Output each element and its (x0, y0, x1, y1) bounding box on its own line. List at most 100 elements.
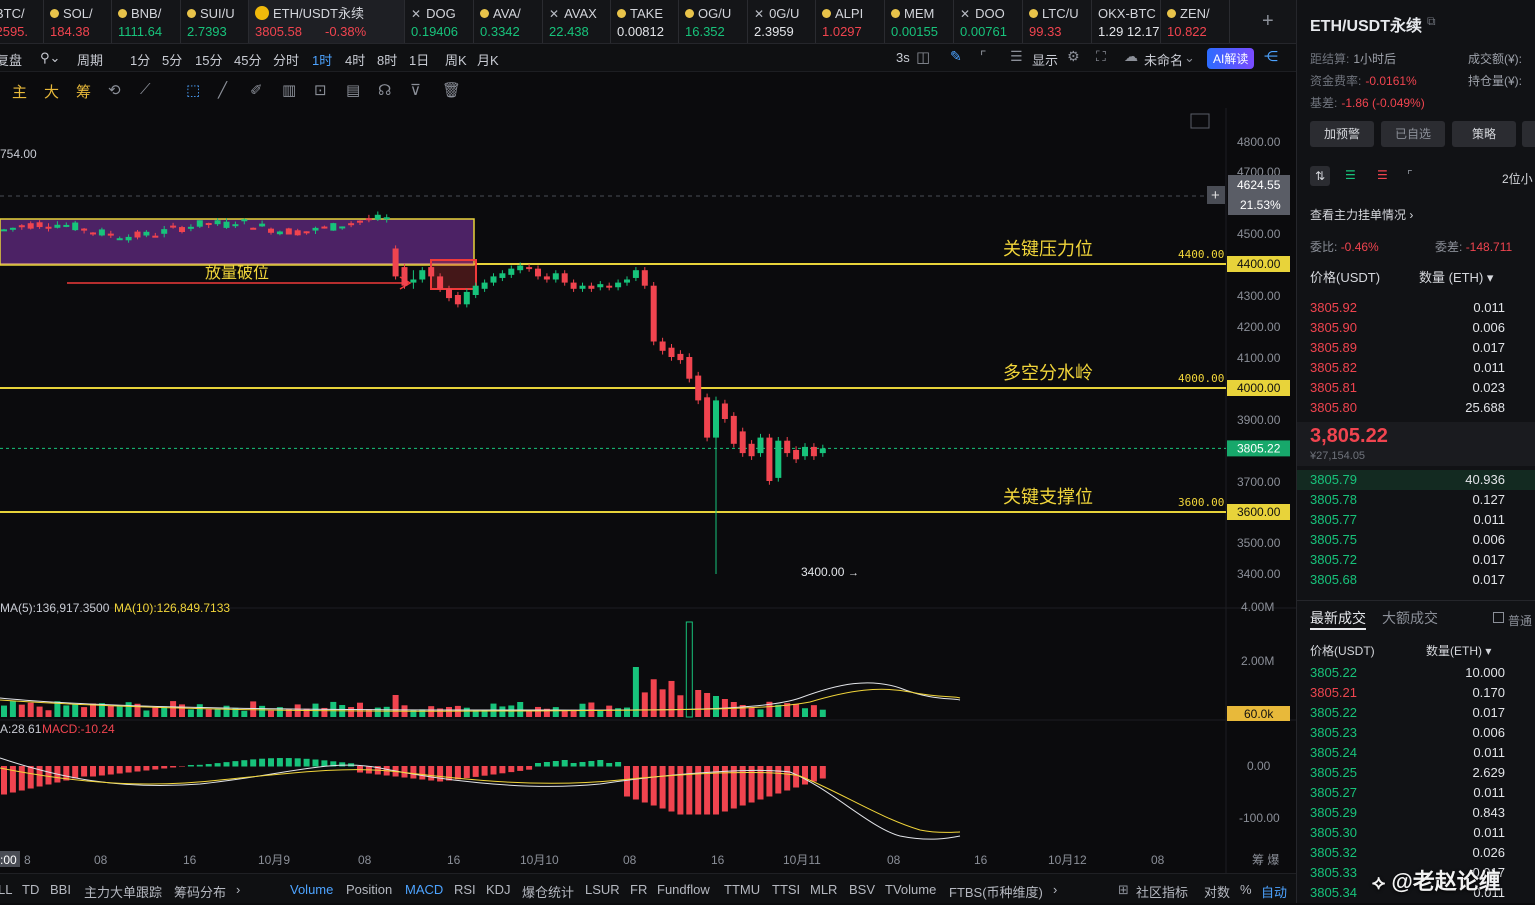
candle-body[interactable] (819, 448, 826, 454)
candle-body[interactable] (63, 224, 70, 227)
bottom-tool-2[interactable]: BBI (50, 882, 71, 897)
tab-14[interactable]: LTC/U 99.33 (1023, 0, 1092, 43)
trades-qty-header[interactable]: 数量(ETH) ▾ (1426, 642, 1491, 659)
candle-body[interactable] (535, 268, 541, 277)
tab-15[interactable]: OKX-BTC 1.29 12.17 (1092, 0, 1161, 43)
bottom-right-2[interactable]: % (1240, 882, 1252, 897)
tab-latest-trades[interactable]: 最新成交 (1310, 608, 1366, 628)
candle-body[interactable] (72, 222, 79, 231)
tab-5[interactable]: ✕ DOG 0.19406 (405, 0, 474, 43)
candle-body[interactable] (214, 220, 221, 225)
candle-body[interactable] (9, 227, 16, 230)
candle-body[interactable] (472, 285, 479, 295)
tab-9[interactable]: OG/U 16.352 (679, 0, 748, 43)
tab-4[interactable]: ETH/USDT永续 3805.58 -0.38% (249, 0, 405, 43)
indicator-1[interactable]: Position (346, 882, 392, 897)
candle-body[interactable] (268, 228, 274, 233)
candle-body[interactable] (152, 235, 159, 238)
candle-body[interactable] (401, 267, 408, 286)
share-icon[interactable]: ⋲ (1264, 48, 1278, 65)
sync-icon[interactable]: ⟲ (108, 81, 121, 99)
book-row[interactable]: 3805.78 0.127 (1310, 492, 1520, 512)
tab-big[interactable]: 大 (44, 81, 59, 102)
period-2[interactable]: 1分 (130, 50, 150, 69)
indicator-7[interactable]: FR (630, 882, 647, 897)
candle-body[interactable] (410, 279, 417, 283)
maximize-icon[interactable] (1190, 113, 1210, 129)
depth-bids-icon[interactable]: ☰ (1345, 168, 1356, 182)
candle-body[interactable] (107, 233, 114, 236)
indicator-11[interactable]: MLR (810, 882, 837, 897)
candle-body[interactable] (730, 415, 737, 444)
tab-1[interactable]: SOL/184.38 (44, 0, 112, 43)
candle-body[interactable] (232, 224, 239, 227)
book-row[interactable]: 3805.77 0.011 (1310, 512, 1520, 532)
candle-body[interactable] (615, 282, 622, 288)
candle-body[interactable] (259, 223, 266, 227)
candle-body[interactable] (668, 347, 675, 357)
note-icon[interactable]: ▤ (346, 81, 360, 99)
candle-body[interactable] (18, 225, 25, 228)
grid-icon[interactable]: ⊞ (1118, 882, 1129, 898)
indicator-6[interactable]: LSUR (585, 882, 620, 897)
candle-body[interactable] (205, 223, 212, 226)
indicator-14[interactable]: FTBS(币种维度) (949, 882, 1043, 901)
candle-body[interactable] (463, 291, 470, 305)
indicator-9[interactable]: TTMU (724, 882, 760, 897)
candle-body[interactable] (241, 219, 248, 222)
candle-body[interactable] (348, 223, 355, 226)
tab-12[interactable]: MEM 0.00155 (885, 0, 954, 43)
candle-body[interactable] (526, 267, 533, 270)
precision-select[interactable]: 2位小 (1502, 170, 1533, 187)
tab-chips[interactable]: 筹 (76, 81, 91, 102)
candle-body[interactable] (187, 226, 194, 229)
tab-0[interactable]: BTC/112595. (0, 0, 44, 43)
chart-type-icon[interactable]: ⚲⌄ (40, 50, 60, 66)
candle-body[interactable] (454, 295, 461, 305)
candle-body[interactable] (517, 265, 524, 271)
indicator-0[interactable]: Volume (290, 882, 333, 897)
period-0[interactable]: 复盘 (0, 50, 22, 69)
indicator-2[interactable]: MACD (405, 882, 443, 897)
candle-body[interactable] (143, 231, 150, 236)
bottom-right-1[interactable]: 对数 (1204, 882, 1230, 901)
candle-body[interactable] (1, 229, 7, 232)
normal-checkbox[interactable] (1493, 612, 1504, 623)
candle-body[interactable] (134, 231, 141, 238)
bottom-tool-3[interactable]: 主力大单跟踪 (84, 882, 162, 901)
pen-icon[interactable]: ✎ (950, 48, 962, 65)
list-icon[interactable]: ☰ (1010, 48, 1023, 65)
indicator-5[interactable]: 爆仓统计 (522, 882, 574, 901)
book-row[interactable]: 3805.81 0.023 (1310, 380, 1520, 400)
candle-body[interactable] (552, 273, 559, 280)
candle-body[interactable] (561, 273, 568, 283)
candle-body[interactable] (45, 226, 52, 229)
candle-body[interactable] (196, 220, 203, 227)
kline-chart[interactable]: 754.00 4800.00 4700.00 4500.00 4300.00 4200.0… (0, 108, 1296, 873)
indicator-12[interactable]: BSV (849, 882, 875, 897)
candle-body[interactable] (508, 268, 515, 275)
candle-body[interactable] (54, 224, 61, 228)
line-tool-icon[interactable]: ╱ (218, 81, 227, 99)
book-row[interactable]: 3805.68 0.017 (1310, 572, 1520, 592)
candle-body[interactable] (321, 226, 328, 229)
depth-asks-icon[interactable]: ☰ (1377, 168, 1388, 182)
candle-body[interactable] (695, 375, 702, 401)
candle-body[interactable] (641, 270, 648, 286)
tab-10[interactable]: ✕ 0G/U 2.3959 (748, 0, 816, 43)
candle-body[interactable] (116, 238, 123, 241)
candle-body[interactable] (632, 270, 639, 278)
tab-13[interactable]: ✕ DOO 0.00761 (954, 0, 1023, 43)
plus-icon[interactable]: + (1211, 187, 1220, 204)
candle-body[interactable] (81, 228, 88, 231)
indicator-3[interactable]: RSI (454, 882, 476, 897)
candle-body[interactable] (330, 223, 337, 231)
candle-body[interactable] (170, 225, 177, 228)
close-icon[interactable]: ✕ (549, 7, 559, 21)
indicator-10[interactable]: TTSI (772, 882, 800, 897)
candle-body[interactable] (339, 226, 346, 229)
candle-body[interactable] (276, 231, 283, 235)
tab-2[interactable]: BNB/1111.64 (112, 0, 181, 43)
candle-body[interactable] (365, 218, 372, 221)
fullscreen-icon[interactable]: ⛶ (1096, 48, 1106, 65)
